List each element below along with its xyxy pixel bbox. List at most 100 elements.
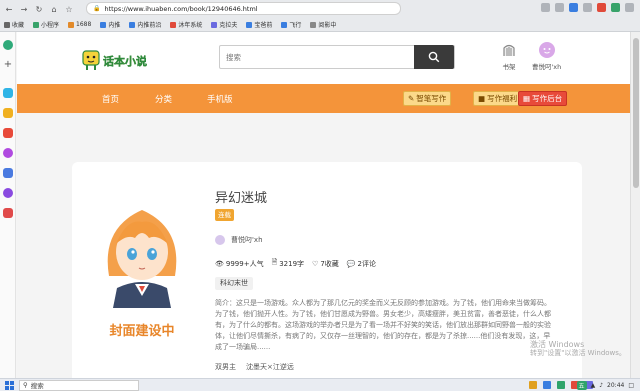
app-icon[interactable] [529, 381, 537, 389]
app-icon [310, 21, 317, 28]
app-icon [68, 21, 75, 28]
bookmark-item[interactable]: 1688 [68, 21, 91, 28]
words-stat: 🗎 3219字 [271, 258, 305, 268]
app-icon[interactable] [3, 188, 13, 198]
search-icon[interactable] [541, 3, 550, 12]
cover-text: 封面建设中 [109, 324, 175, 339]
search-input[interactable] [220, 46, 410, 68]
bookmark-item[interactable]: 阅影中 [310, 20, 336, 29]
bookshelf-link[interactable]: 书架 [501, 42, 517, 71]
app-icon[interactable] [3, 88, 13, 98]
clock[interactable]: 20:44 [607, 382, 624, 389]
home-icon[interactable] [3, 40, 13, 50]
game-icon[interactable] [3, 208, 13, 218]
app-icon [170, 21, 177, 28]
status-badge: 连载 [215, 209, 234, 221]
ime-indicator[interactable]: 五 [576, 381, 587, 390]
watermark-subtitle: 转到"设置"以激活 Windows。 [530, 349, 626, 357]
extension-icon[interactable] [555, 3, 564, 12]
favorites-stat[interactable]: ♡ 7收藏 [312, 258, 339, 269]
scrollbar-thumb[interactable] [633, 38, 639, 188]
star-icon[interactable]: ☆ [63, 3, 75, 15]
page-scrollbar[interactable] [630, 32, 640, 378]
notification-icon[interactable]: □ [628, 382, 634, 389]
bookmark-item[interactable]: 内推前沿 [129, 20, 161, 29]
admin-icon: ▦ [523, 94, 531, 103]
star-icon [4, 21, 10, 28]
gift-icon: ■ [478, 94, 486, 103]
book-stats: 👁 9999+人气 🗎 3219字 ♡ 7收藏 💬 2评论 [215, 258, 376, 269]
bookmark-icon[interactable] [583, 3, 592, 12]
site-logo[interactable]: 话本小说 [81, 45, 151, 73]
write-admin-button[interactable]: ▦ 写作后台 [518, 91, 568, 106]
nav-home[interactable]: 首页 [102, 93, 119, 105]
search-icon: ⚲ [23, 381, 28, 389]
app-icon[interactable] [3, 128, 13, 138]
translate-icon[interactable] [569, 3, 578, 12]
app-icon [281, 21, 288, 28]
download-icon[interactable] [611, 3, 620, 12]
ai-icon[interactable] [3, 168, 13, 178]
app-icon[interactable] [543, 381, 551, 389]
bookmarks-bar: 收藏 小程序 1688 内推 内推前沿 沐年系统 克拉夫 宝爸前 飞行 阅影中 [0, 18, 640, 31]
genre-tag[interactable]: 科幻末世 [215, 277, 253, 290]
tag-item[interactable]: 双男主 [215, 362, 236, 372]
menu-icon[interactable] [625, 3, 634, 12]
search-button[interactable] [414, 45, 454, 69]
app-icon [211, 21, 218, 28]
comment-icon: 💬 [346, 259, 356, 268]
record-icon[interactable] [597, 3, 606, 12]
tag-item[interactable]: 沈墨天×江逆远 [246, 362, 294, 372]
book-cover[interactable]: 封面建设中 [87, 188, 197, 346]
user-label: 曹悦叼'xh [532, 63, 562, 71]
nav-category[interactable]: 分类 [155, 93, 172, 105]
app-icon [246, 21, 253, 28]
write-welfare-button[interactable]: ■ 写作福利 [473, 91, 523, 106]
bookmark-item[interactable]: 飞行 [281, 20, 301, 29]
author-row[interactable]: 曹悦叼'xh [215, 235, 263, 245]
user-avatar-icon [538, 42, 555, 58]
app-icon [129, 21, 136, 28]
windows-start-icon[interactable] [3, 380, 15, 391]
book-tags: 双男主 沈墨天×江逆远 [215, 362, 294, 372]
app-icon[interactable] [557, 381, 565, 389]
bookmark-item[interactable]: 宝爸前 [246, 20, 272, 29]
nav-mobile[interactable]: 手机版 [207, 93, 233, 105]
author-avatar-icon [215, 235, 225, 245]
search-icon [428, 51, 440, 63]
user-link[interactable]: 曹悦叼'xh [532, 42, 561, 71]
main-nav: 首页 分类 手机版 ✎ 智笔写作 ■ 写作福利 ▦ 写作后台 [17, 84, 630, 113]
forward-icon[interactable]: → [18, 3, 30, 15]
author-name: 曹悦叼'xh [231, 236, 263, 244]
bookmark-item[interactable]: 小程序 [33, 20, 59, 29]
bookshelf-icon [503, 44, 515, 56]
windows-watermark: 激活 Windows 转到"设置"以激活 Windows。 [530, 340, 626, 358]
comments-stat[interactable]: 💬 2评论 [347, 258, 376, 269]
app-icon[interactable] [3, 108, 13, 118]
address-bar[interactable]: 🔒 https://www.ihuaben.com/book/12940646.… [86, 2, 401, 15]
search-box [219, 45, 455, 69]
back-icon[interactable]: ← [3, 3, 15, 15]
network-icon[interactable]: ▲ [591, 382, 596, 389]
eye-icon: 👁 [215, 259, 224, 268]
browser-chrome: ← → ↻ ⌂ ☆ 🔒 https://www.ihuaben.com/book… [0, 0, 640, 32]
url-text: https://www.ihuaben.com/book/12940646.ht… [104, 4, 258, 13]
system-tray: 五 ▲ ♪ 20:44 □ [576, 381, 634, 390]
bookshelf-label: 书架 [502, 63, 516, 71]
taskbar: ⚲ 搜索 五 ▲ ♪ 20:44 □ [0, 378, 640, 391]
app-icon[interactable] [3, 148, 13, 158]
bookmark-item[interactable]: 内推 [100, 20, 120, 29]
cover-illustration [107, 210, 177, 308]
taskbar-search[interactable]: ⚲ 搜索 [19, 379, 139, 391]
web-page: 话本小说 书架 [17, 32, 630, 378]
bookmark-item[interactable]: 克拉夫 [211, 20, 237, 29]
volume-icon[interactable]: ♪ [599, 382, 603, 389]
add-icon[interactable]: + [3, 60, 13, 70]
reload-icon[interactable]: ↻ [33, 3, 45, 15]
smart-write-button[interactable]: ✎ 智笔写作 [403, 91, 452, 106]
book-card: 封面建设中 异幻迷城 连载 曹悦叼'xh 👁 9999+人气 🗎 3219字 ♡ 7收… [72, 162, 582, 378]
bookmark-item[interactable]: 收藏 [4, 20, 24, 29]
bookmark-item[interactable]: 沐年系统 [170, 20, 202, 29]
home-icon[interactable]: ⌂ [48, 3, 60, 15]
app-icon [100, 21, 107, 28]
